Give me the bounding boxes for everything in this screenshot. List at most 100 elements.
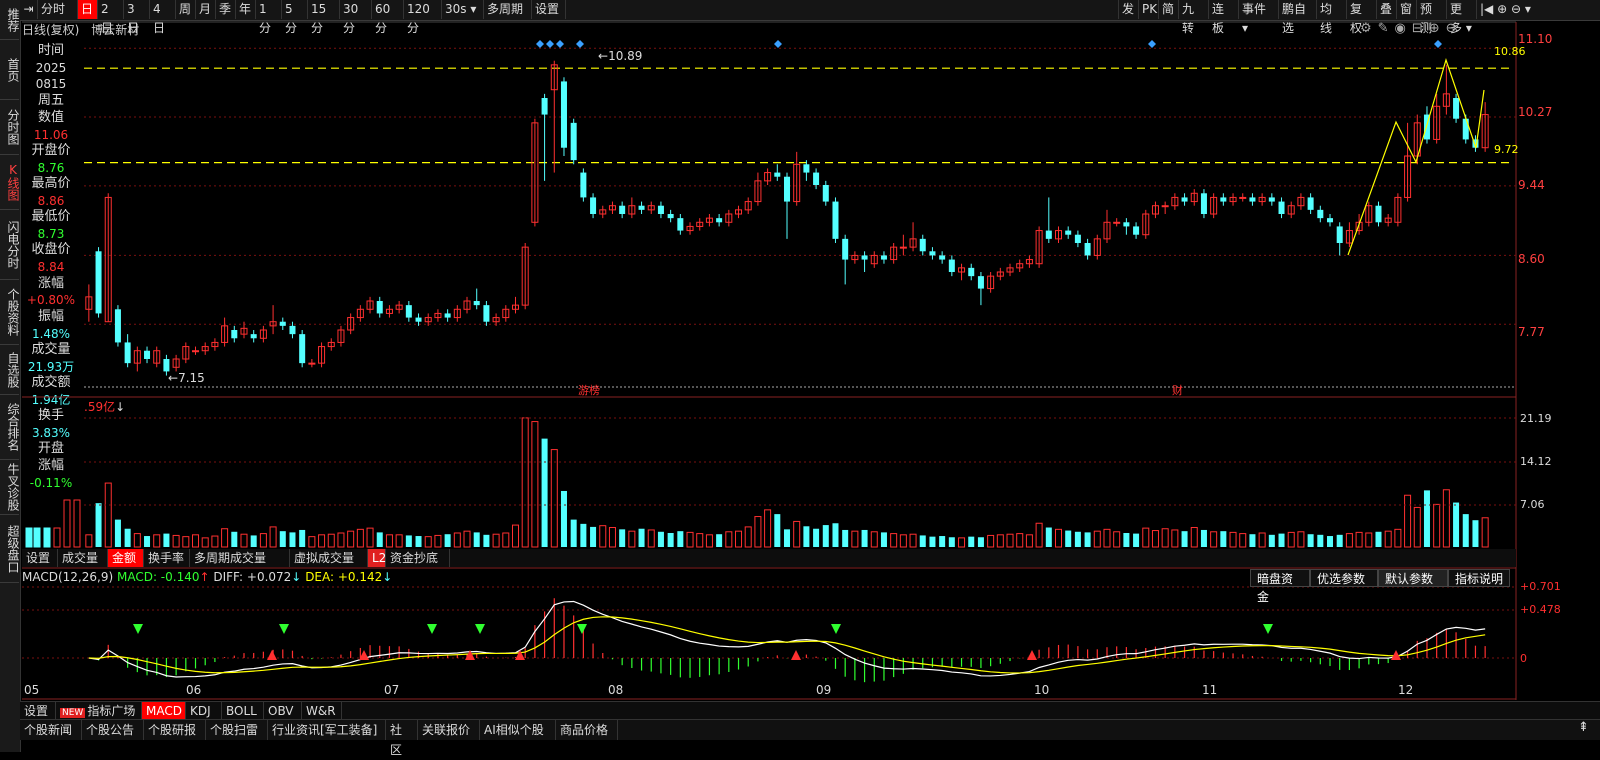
candle-body <box>144 350 151 359</box>
volume-bar <box>376 532 383 547</box>
volume-bar <box>1442 489 1450 548</box>
volume-bar <box>744 526 752 548</box>
macd-option-button[interactable]: 暗盘资金 <box>1250 569 1310 604</box>
volume-tab[interactable]: 多周期成交量 <box>190 549 290 567</box>
indicator-tab[interactable]: BOLL <box>222 702 264 720</box>
volume-bar <box>63 499 71 548</box>
candle-body <box>308 362 316 365</box>
candle-body <box>1453 98 1460 119</box>
volume-bar <box>453 532 461 548</box>
sell-signal-icon <box>577 624 587 634</box>
volume-tab[interactable]: 换手率 <box>144 549 190 567</box>
indicator-tab[interactable]: MACD <box>142 702 186 720</box>
candle-body <box>1113 221 1121 224</box>
collapse-icon[interactable]: ⇞ <box>1578 720 1589 735</box>
volume-bar <box>754 516 762 548</box>
volume-bar <box>977 537 984 547</box>
volume-tab[interactable]: 成交量 <box>58 549 108 567</box>
volume-bar <box>473 532 480 547</box>
volume-bar <box>1210 531 1218 548</box>
volume-bar <box>939 536 946 547</box>
volume-tab[interactable]: 设置 <box>22 549 58 567</box>
volume-tab[interactable]: 资金抄底 <box>386 549 450 567</box>
event-tag[interactable]: 游榜 <box>578 383 600 399</box>
news-tab[interactable]: 个股公告 <box>82 720 144 740</box>
volume-bar <box>250 535 257 547</box>
event-marker-icon <box>576 40 584 48</box>
volume-bar <box>1035 522 1043 548</box>
indicator-tab[interactable]: OBV <box>264 702 302 720</box>
volume-bar <box>308 536 316 548</box>
volume-bar <box>803 526 810 547</box>
volume-bar <box>211 535 219 548</box>
volume-tab[interactable]: 虚拟成交量 <box>290 549 368 567</box>
buy-signal-icon <box>791 650 801 660</box>
macd-option-button[interactable]: 指标说明 <box>1448 569 1510 587</box>
volume-bar <box>531 421 539 548</box>
right-low-label: 9.72 <box>1494 143 1519 156</box>
indicator-tab[interactable]: NEW 指标广场 <box>56 702 142 720</box>
news-tab[interactable]: 商品价格 <box>556 720 618 740</box>
volume-bar <box>899 534 907 548</box>
volume-bar <box>1278 533 1285 547</box>
volume-bar <box>53 527 61 548</box>
news-tab[interactable]: 个股新闻 <box>20 720 82 740</box>
volume-bar <box>608 527 616 548</box>
volume-bar <box>813 528 820 547</box>
volume-bar <box>395 534 403 548</box>
candle-body <box>783 176 791 202</box>
macd-option-button[interactable]: 优选参数 <box>1310 569 1378 587</box>
event-marker-icon <box>556 40 564 48</box>
candle-body <box>1249 197 1256 202</box>
candle-body <box>192 350 200 353</box>
candle-body <box>1327 218 1334 223</box>
volume-bar <box>1413 506 1421 548</box>
candle-body <box>939 255 946 260</box>
volume-bar <box>1025 534 1033 548</box>
volume-bar <box>667 532 674 547</box>
indicator-tab[interactable]: 设置 <box>20 702 56 720</box>
indicator-tabs: 设置 NEW 指标广场 MACD KDJ BOLL OBV W&R <box>20 701 1600 720</box>
macd-name[interactable]: MACD(12,26,9) <box>22 570 113 584</box>
volume-bar <box>483 534 490 547</box>
month-label: 12 <box>1398 683 1414 697</box>
macd-option-button[interactable]: 默认参数 <box>1378 569 1448 587</box>
indicator-tab[interactable]: KDJ <box>186 702 222 720</box>
kline-chart[interactable] <box>0 0 1600 752</box>
candle-body <box>289 325 296 335</box>
volume-bar <box>511 524 520 548</box>
news-tab[interactable]: AI相似个股 <box>480 720 556 740</box>
volume-tab[interactable]: 金额 <box>108 549 144 567</box>
sell-signal-icon <box>475 624 485 634</box>
sell-signal-icon <box>427 624 437 634</box>
candle-body <box>861 255 868 260</box>
event-marker-icon <box>536 40 544 48</box>
sell-signal-icon <box>1263 624 1273 634</box>
macd-tick: 0 <box>1520 652 1527 665</box>
candle-body <box>948 259 955 272</box>
candle-body <box>1317 209 1324 219</box>
volume-bar <box>1239 533 1247 548</box>
candle-body <box>1375 205 1382 223</box>
news-tab[interactable]: 关联报价 <box>418 720 480 740</box>
volume-bar <box>550 449 558 548</box>
news-tab[interactable]: 社区 <box>386 720 418 757</box>
candle-body <box>483 305 490 322</box>
volume-bar <box>347 530 355 548</box>
volume-bar <box>1307 534 1314 547</box>
candle-body <box>842 238 849 260</box>
indicator-tab[interactable]: W&R <box>302 702 342 720</box>
news-tab[interactable]: 行业资讯[军工装备] <box>268 720 386 740</box>
candle-body <box>929 251 936 256</box>
volume-bar <box>725 531 733 548</box>
event-tag[interactable]: 财 <box>1172 383 1183 399</box>
volume-bar <box>1113 531 1121 548</box>
volume-bar <box>1133 533 1140 547</box>
news-tab[interactable]: 个股研报 <box>144 720 206 740</box>
candle-body <box>560 81 567 148</box>
price-tick: 7.77 <box>1518 325 1545 339</box>
event-marker-icon <box>1434 40 1442 48</box>
volume-bar <box>1181 531 1188 547</box>
volume-bar <box>1336 534 1343 547</box>
news-tab[interactable]: 个股扫雷 <box>206 720 268 740</box>
